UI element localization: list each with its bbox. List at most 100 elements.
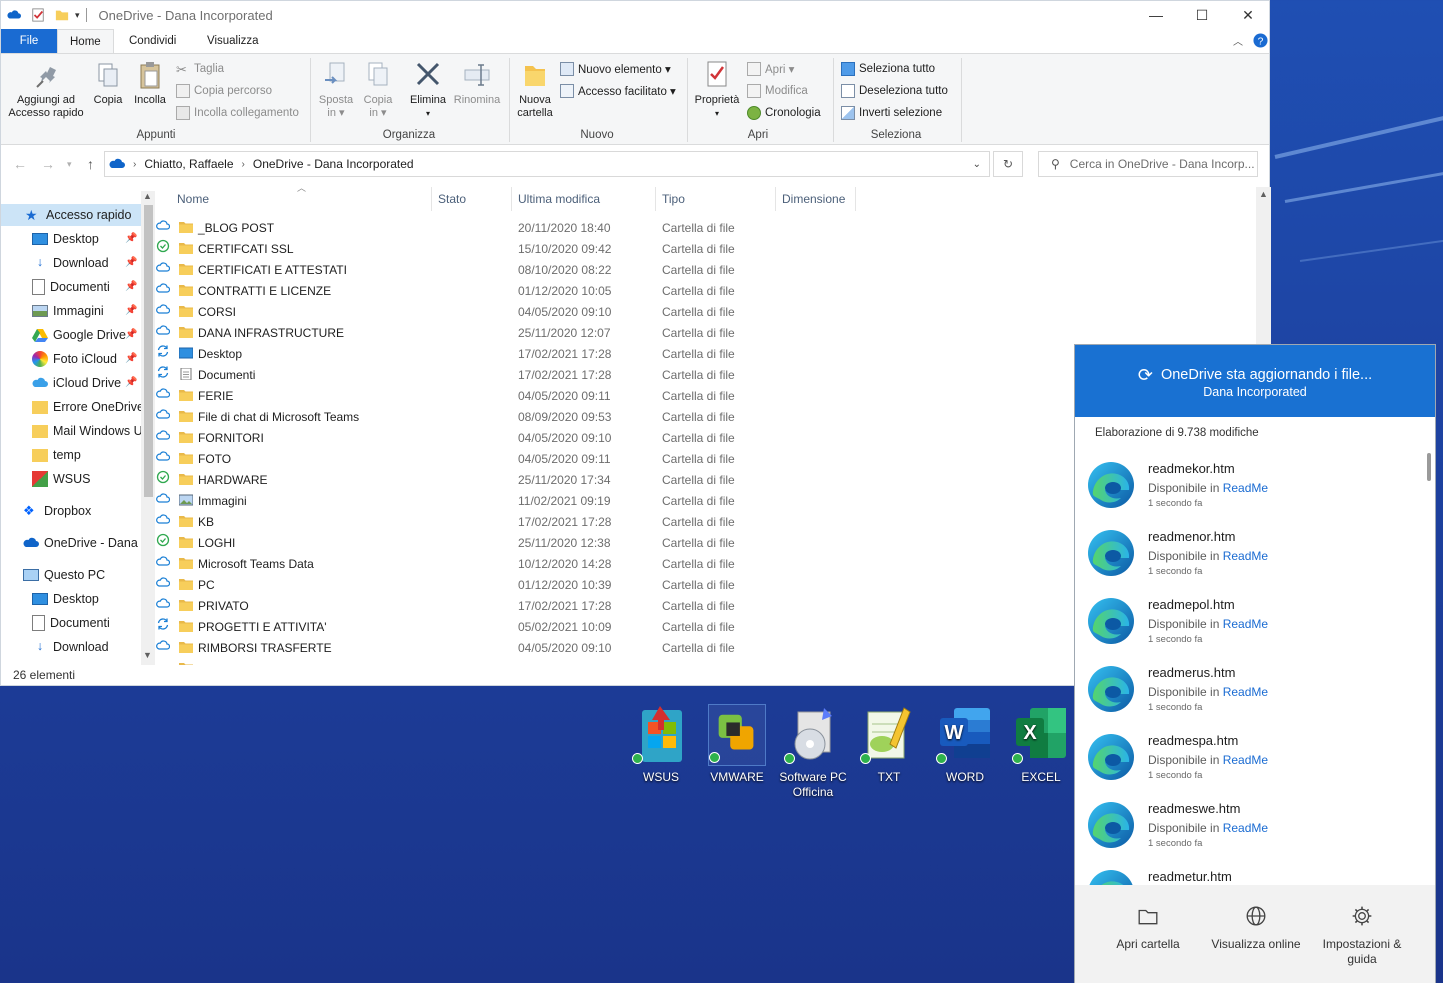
activity-location-link[interactable]: ReadMe xyxy=(1223,821,1268,835)
nav-download[interactable]: ↓ Download xyxy=(32,252,109,274)
customize-qat-icon[interactable]: ▾ xyxy=(75,10,80,21)
file-row[interactable]: _BLOG POST 20/11/2020 18:40 Cartella di fi… xyxy=(156,218,856,239)
pin-quick-access-button[interactable]: Aggiungi ad Accesso rapido xyxy=(7,60,85,120)
forward-arrow-icon[interactable]: → xyxy=(41,156,55,172)
nav-mail-windows[interactable]: Mail Windows U xyxy=(32,420,143,442)
activity-item[interactable]: readmetur.htm xyxy=(1075,859,1435,885)
activity-item[interactable]: readmekor.htm Disponibile in ReadMe 1 seco… xyxy=(1075,451,1435,519)
activity-location-link[interactable]: ReadMe xyxy=(1223,753,1268,767)
activity-item[interactable]: readmespa.htm Disponibile in ReadMe 1 seco… xyxy=(1075,723,1435,791)
nav-scroll-down-icon[interactable]: ▼ xyxy=(143,650,152,660)
desktop-icon-txt[interactable]: TXT xyxy=(853,704,925,785)
nav-onedrive[interactable]: OneDrive - Dana I xyxy=(23,532,145,554)
desktop-icon-vmware[interactable]: VMWARE xyxy=(701,704,773,785)
nav-pc-desktop[interactable]: Desktop xyxy=(32,588,99,610)
tab-share[interactable]: Condividi xyxy=(117,29,188,53)
address-dropdown-icon[interactable]: ⌄ xyxy=(973,159,981,170)
tab-file[interactable]: File xyxy=(1,29,57,53)
properties-button[interactable]: Proprietà ▾ xyxy=(691,60,743,120)
file-row-partial[interactable] xyxy=(156,659,856,665)
nav-scrollbar-thumb[interactable] xyxy=(144,205,153,497)
paste-shortcut-button[interactable]: Incolla collegamento xyxy=(176,104,299,122)
search-input[interactable]: ⚲ Cerca in OneDrive - Dana Incorp... xyxy=(1038,151,1258,177)
nav-temp[interactable]: temp xyxy=(32,444,81,466)
copy-to-button[interactable]: Copia in ▾ xyxy=(359,60,397,120)
nav-pc-download[interactable]: ↓ Download xyxy=(32,636,109,658)
file-row[interactable]: FERIE 04/05/2020 09:11 Cartella di file xyxy=(156,386,856,407)
select-all-button[interactable]: Seleziona tutto xyxy=(841,60,935,78)
recent-locations-chevron-icon[interactable]: ▾ xyxy=(67,159,72,170)
nav-icloud-photos[interactable]: Foto iCloud xyxy=(32,348,117,370)
file-row[interactable]: KB 17/02/2021 17:28 Cartella di file xyxy=(156,512,856,533)
paste-button[interactable]: Incolla xyxy=(129,60,171,107)
new-folder-button[interactable]: Nuova cartella xyxy=(513,60,557,120)
flyout-scrollbar-thumb[interactable] xyxy=(1427,453,1431,481)
nav-pc-documents[interactable]: Documenti xyxy=(32,612,110,634)
tab-view[interactable]: Visualizza xyxy=(195,29,271,53)
up-arrow-icon[interactable]: ↑ xyxy=(87,156,94,172)
view-online-button[interactable]: Visualizza online xyxy=(1201,905,1311,952)
open-button[interactable]: Apri ▾ xyxy=(747,60,794,78)
file-row[interactable]: Documenti 17/02/2021 17:28 Cartella di fil… xyxy=(156,365,856,386)
nav-dropbox[interactable]: ❖ Dropbox xyxy=(23,500,91,522)
open-folder-button[interactable]: Apri cartella xyxy=(1093,905,1203,952)
nav-desktop[interactable]: Desktop xyxy=(32,228,99,250)
activity-location-link[interactable]: ReadMe xyxy=(1223,549,1268,563)
nav-documents[interactable]: Documenti xyxy=(32,276,110,298)
desktop-icon-word[interactable]: W WORD xyxy=(929,704,1001,785)
activity-item[interactable]: readmerus.htm Disponibile in ReadMe 1 seco… xyxy=(1075,655,1435,723)
move-to-button[interactable]: Sposta in ▾ xyxy=(315,60,357,120)
scroll-up-icon[interactable]: ▲ xyxy=(1259,189,1268,199)
file-row[interactable]: RIMBORSI TRASFERTE 04/05/2020 09:10 Cartel… xyxy=(156,638,856,659)
nav-quick-access[interactable]: ★ Accesso rapido xyxy=(25,204,131,226)
minimize-button[interactable]: — xyxy=(1133,1,1179,29)
file-row[interactable]: PROGETTI E ATTIVITA' 05/02/2021 10:09 Cart… xyxy=(156,617,856,638)
properties-qat-icon[interactable] xyxy=(31,8,45,22)
activity-item[interactable]: readmenor.htm Disponibile in ReadMe 1 seco… xyxy=(1075,519,1435,587)
help-icon[interactable]: ? xyxy=(1253,33,1268,48)
nav-this-pc[interactable]: Questo PC xyxy=(23,564,105,586)
breadcrumb-user[interactable]: Chiatto, Raffaele xyxy=(144,157,233,171)
new-folder-qat-icon[interactable] xyxy=(55,8,69,22)
collapse-ribbon-icon[interactable]: ︿ xyxy=(1233,33,1243,48)
file-row[interactable]: CERTIFCATI SSL 15/10/2020 09:42 Cartella d… xyxy=(156,239,856,260)
close-button[interactable]: ✕ xyxy=(1225,1,1271,29)
maximize-button[interactable]: ☐ xyxy=(1179,1,1225,29)
edit-button[interactable]: Modifica xyxy=(747,82,808,100)
file-row[interactable]: File di chat di Microsoft Teams 08/09/202… xyxy=(156,407,856,428)
nav-scroll-up-icon[interactable]: ▲ xyxy=(143,191,152,201)
file-row[interactable]: Desktop 17/02/2021 17:28 Cartella di file xyxy=(156,344,856,365)
file-row[interactable]: PRIVATO 17/02/2021 17:28 Cartella di file xyxy=(156,596,856,617)
nav-icloud-drive[interactable]: iCloud Drive xyxy=(32,372,121,394)
activity-location-link[interactable]: ReadMe xyxy=(1223,617,1268,631)
desktop-icon-software-pc[interactable]: Software PC Officina xyxy=(777,704,849,800)
activity-location-link[interactable]: ReadMe xyxy=(1223,481,1268,495)
file-row[interactable]: Immagini 11/02/2021 09:19 Cartella di file xyxy=(156,491,856,512)
refresh-button[interactable]: ↻ xyxy=(993,151,1023,177)
delete-button[interactable]: Elimina ▾ xyxy=(405,60,451,120)
easy-access-button[interactable]: Accesso facilitato ▾ xyxy=(560,82,676,100)
invert-selection-button[interactable]: Inverti selezione xyxy=(841,104,942,122)
rename-button[interactable]: Rinomina xyxy=(451,60,503,107)
nav-wsus[interactable]: WSUS xyxy=(32,468,91,490)
title-bar[interactable]: ▾ OneDrive - Dana Incorporated — ☐ ✕ xyxy=(1,1,1269,29)
desktop-icon-wsus[interactable]: WSUS xyxy=(625,704,697,785)
column-name[interactable]: Nome xyxy=(171,187,432,211)
file-row[interactable]: LOGHI 25/11/2020 12:38 Cartella di file xyxy=(156,533,856,554)
nav-google-drive[interactable]: Google Drive xyxy=(32,324,126,346)
column-modified[interactable]: Ultima modifica xyxy=(512,187,656,211)
copy-button[interactable]: Copia xyxy=(89,60,127,107)
nav-errore-onedrive[interactable]: Errore OneDrive xyxy=(32,396,144,418)
desktop-icon-excel[interactable]: X EXCEL xyxy=(1005,704,1077,785)
file-row[interactable]: CERTIFICATI E ATTESTATI 08/10/2020 08:22 C… xyxy=(156,260,856,281)
address-box[interactable]: › Chiatto, Raffaele › OneDrive - Dana In… xyxy=(104,151,990,177)
file-row[interactable]: PC 01/12/2020 10:39 Cartella di file xyxy=(156,575,856,596)
file-row[interactable]: FORNITORI 04/05/2020 09:10 Cartella di fil… xyxy=(156,428,856,449)
file-row[interactable]: CONTRATTI E LICENZE 01/12/2020 10:05 Carte… xyxy=(156,281,856,302)
column-status[interactable]: Stato xyxy=(432,187,512,211)
settings-help-button[interactable]: Impostazioni & guida xyxy=(1307,905,1417,967)
copy-path-button[interactable]: Copia percorso xyxy=(176,82,272,100)
activity-item[interactable]: readmeswe.htm Disponibile in ReadMe 1 seco… xyxy=(1075,791,1435,859)
history-button[interactable]: Cronologia xyxy=(747,104,821,122)
file-row[interactable]: Microsoft Teams Data 10/12/2020 14:28 Cart… xyxy=(156,554,856,575)
